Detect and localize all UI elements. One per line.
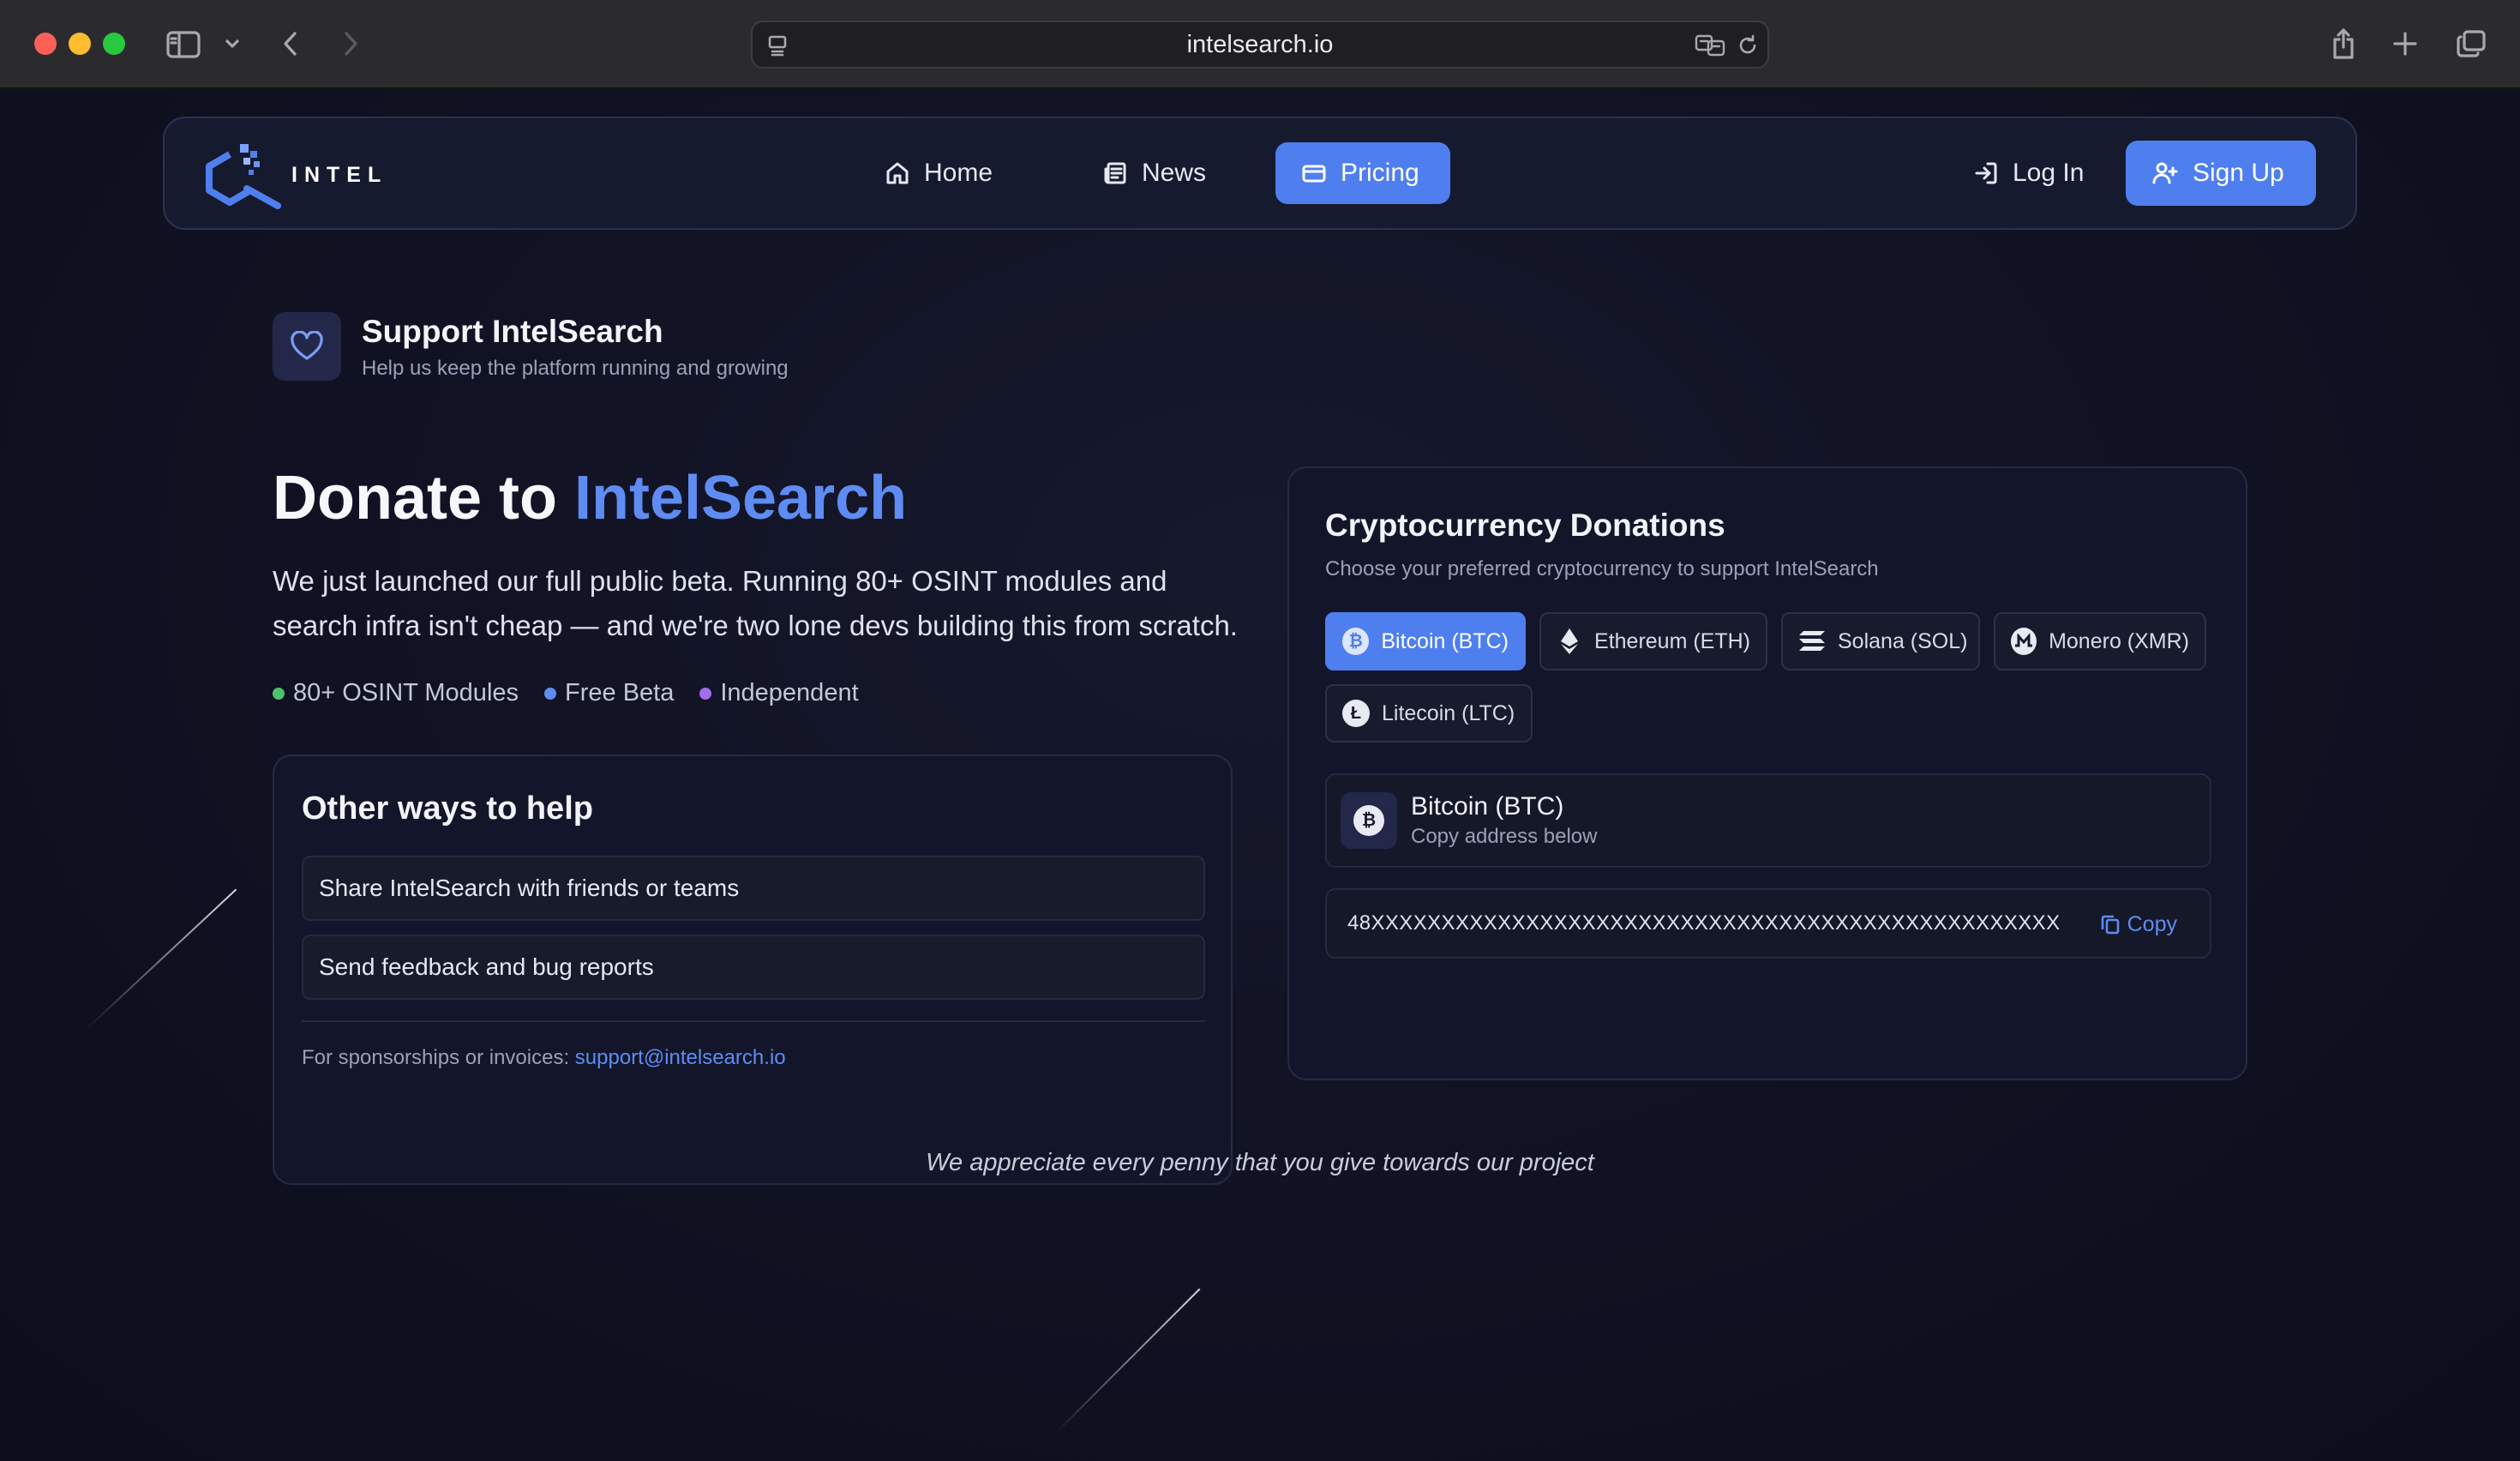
selected-coin-hint: Copy address below [1411,825,1598,848]
page-title-prefix: Donate to [273,464,574,532]
new-tab-icon[interactable] [2388,26,2422,62]
zoom-window-button[interactable] [103,33,125,55]
blue-dot-icon [544,687,557,700]
tab-overview-icon[interactable] [2453,26,2489,62]
close-window-button[interactable] [34,33,57,55]
credit-card-icon [1302,165,1326,183]
support-subtitle: Help us keep the platform running and gr… [362,357,789,380]
newspaper-icon [1104,162,1126,184]
bitcoin-icon: ₿ [1342,628,1370,655]
heart-badge [273,312,341,381]
sponsorship-label: For sponsorships or invoices: [302,1046,575,1069]
logo-text: INTEL [291,162,388,187]
intro-text: We just launched our full public beta. R… [273,565,1238,641]
divider [302,1020,1205,1022]
page-viewport: INTEL Home News Pricing Log In Sign Up S… [0,89,2520,1461]
crypto-card-subtitle: Choose your preferred cryptocurrency to … [1325,557,1879,580]
nav-home[interactable]: Home [859,142,1018,204]
coin-label: Ethereum (ETH) [1594,628,1750,653]
tag-label: Free Beta [565,679,675,706]
tag-label: 80+ OSINT Modules [293,679,519,706]
nav-home-label: Home [924,159,993,187]
nav-news[interactable]: News [1077,142,1232,204]
coin-button-litecoin[interactable]: Ł Litecoin (LTC) [1325,684,1533,743]
crypto-card-title: Cryptocurrency Donations [1325,508,1725,543]
copy-address-button[interactable]: Copy [2100,909,2177,940]
page-title: Donate to IntelSearch [273,463,907,533]
tag-label: Independent [720,679,859,706]
help-item-feedback: Send feedback and bug reports [302,935,1205,1000]
tag-osint-modules: 80+ OSINT Modules [273,679,519,707]
login-label: Log In [2013,159,2085,187]
coin-button-ethereum[interactable]: Ethereum (ETH) [1539,612,1767,670]
selected-coin-name: Bitcoin (BTC) [1411,792,1564,821]
green-dot-icon [273,687,285,700]
url-text[interactable]: intelsearch.io [753,22,1767,67]
decorative-streak [1053,1288,1201,1435]
tag-independent: Independent [699,679,859,707]
support-title: Support IntelSearch [362,314,663,349]
browser-toolbar: intelsearch.io [0,0,2520,89]
tag-free-beta: Free Beta [544,679,674,707]
nav-news-label: News [1142,159,1207,187]
forward-arrow-icon[interactable] [336,26,365,62]
selected-coin-panel: ₿ Bitcoin (BTC) Copy address below [1325,773,2211,868]
minimize-window-button[interactable] [69,33,91,55]
coin-label: Bitcoin (BTC) [1381,628,1509,653]
decorative-streak [85,888,237,1031]
back-arrow-icon[interactable] [276,26,305,62]
heart-icon [291,331,323,360]
reload-icon[interactable] [1733,31,1762,60]
purple-dot-icon [699,687,712,700]
translate-icon[interactable] [1694,31,1728,60]
ethereum-icon [1557,626,1582,657]
support-email-link[interactable]: support@intelsearch.io [575,1046,786,1069]
address-bar[interactable]: intelsearch.io [751,21,1769,69]
sponsorship-note: For sponsorships or invoices: support@in… [302,1046,786,1070]
other-ways-card: Other ways to help Share IntelSearch wit… [273,755,1233,1185]
login-button[interactable]: Log In [1947,142,2109,204]
chevron-down-icon[interactable] [221,31,243,57]
signup-button[interactable]: Sign Up [2126,141,2316,206]
litecoin-icon: Ł [1342,700,1370,727]
top-navigation: INTEL Home News Pricing Log In Sign Up [163,117,2357,230]
help-card-title: Other ways to help [302,791,593,827]
coin-button-bitcoin[interactable]: ₿ Bitcoin (BTC) [1325,612,1526,670]
thank-you-note: We appreciate every penny that you give … [926,1149,1594,1176]
monero-icon [2011,628,2037,655]
signup-label: Sign Up [2193,159,2284,187]
login-icon [1975,162,1997,184]
solana-icon [1798,626,1826,657]
copy-icon [2101,915,2119,935]
feature-tags: 80+ OSINT Modules Free Beta Independent [273,679,859,707]
intel-logo[interactable]: INTEL [204,139,387,211]
sidebar-toggle-icon[interactable] [165,27,202,62]
coin-button-solana[interactable]: Solana (SOL) [1781,612,1980,670]
home-icon [886,162,909,184]
coin-label: Monero (XMR) [2049,628,2189,653]
coin-button-monero[interactable]: Monero (XMR) [1994,612,2206,670]
share-icon[interactable] [2326,24,2361,63]
wallet-address[interactable]: 48XXXXXXXXXXXXXXXXXXXXXXXXXXXXXXXXXXXXXX… [1347,890,2060,957]
wallet-address-field[interactable]: 48XXXXXXXXXXXXXXXXXXXXXXXXXXXXXXXXXXXXXX… [1325,888,2211,959]
selected-coin-badge: ₿ [1341,792,1397,849]
crypto-donations-card: Cryptocurrency Donations Choose your pre… [1287,466,2247,1080]
logo-mark-icon [206,144,281,209]
help-item-share: Share IntelSearch with friends or teams [302,856,1205,921]
copy-label: Copy [2127,911,2177,936]
coin-label: Solana (SOL) [1838,628,1968,653]
page-title-accent: IntelSearch [573,464,908,532]
nav-pricing[interactable]: Pricing [1275,142,1450,204]
bitcoin-icon: ₿ [1353,805,1384,836]
nav-pricing-label: Pricing [1341,159,1419,187]
user-plus-icon [2152,162,2178,184]
coin-label: Litecoin (LTC) [1382,700,1515,725]
